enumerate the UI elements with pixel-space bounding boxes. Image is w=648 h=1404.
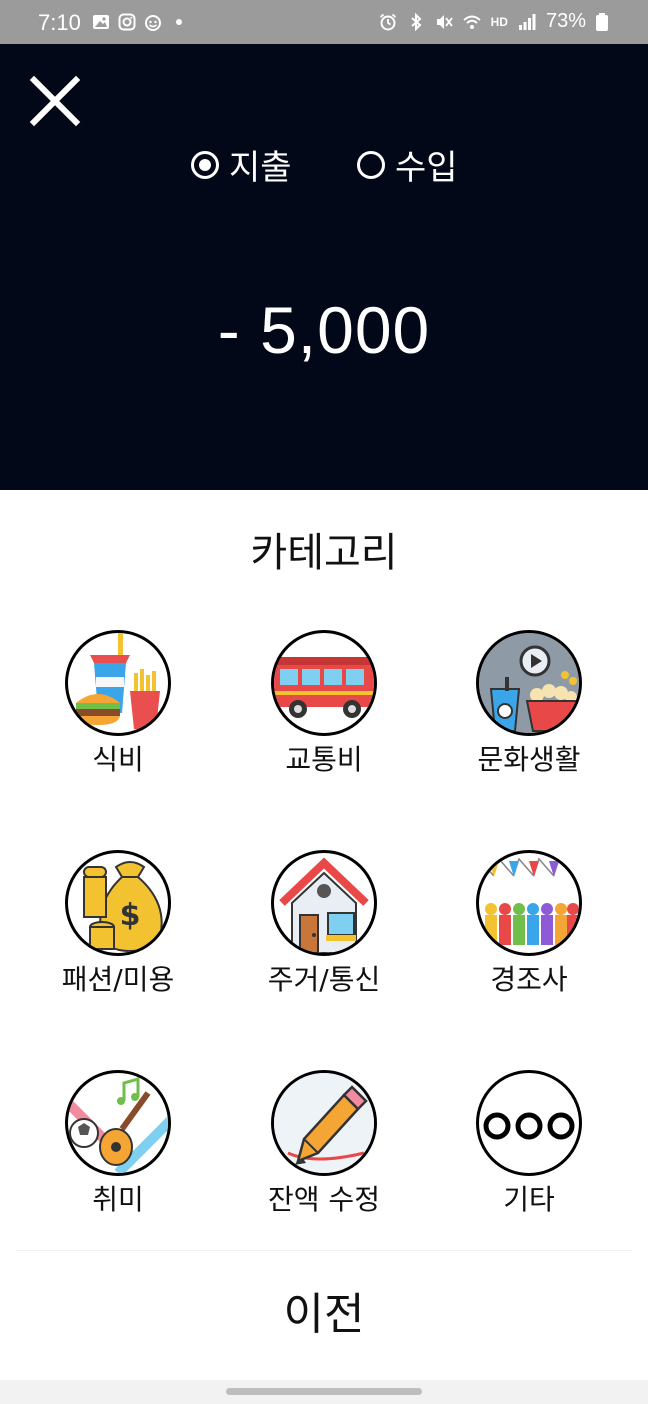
expense-label: 지출 [229, 148, 292, 188]
app-notification-icon [145, 15, 161, 31]
cinema-icon [476, 630, 582, 736]
category-balance-edit[interactable]: 잔액 수정 [244, 1070, 404, 1218]
category-transport[interactable]: 교통비 [244, 630, 404, 778]
battery-percent: 73% [545, 10, 586, 32]
income-radio-circle [357, 150, 385, 179]
amount-header: 지출 수입 - 5,000 [0, 44, 648, 490]
category-events[interactable]: 경조사 [449, 850, 609, 998]
status-time: 7:10 [38, 10, 81, 35]
status-right: HD 73% [379, 10, 608, 33]
alarm-icon [379, 13, 396, 30]
system-nav-bar [0, 1380, 648, 1404]
battery-icon [596, 12, 608, 31]
income-label: 수입 [395, 148, 458, 188]
money-bag-icon: $ [65, 850, 171, 956]
more-icon [476, 1070, 582, 1176]
wifi-icon [462, 15, 481, 29]
income-radio[interactable]: 수입 [357, 140, 458, 189]
divider [16, 1250, 632, 1251]
category-title: 카테고리 [250, 530, 398, 576]
category-housing[interactable]: 주거/통신 [244, 850, 404, 998]
transaction-type-selector: 지출 수입 [0, 140, 648, 190]
expense-radio[interactable]: 지출 [191, 140, 292, 189]
category-etc[interactable]: 기타 [449, 1070, 609, 1218]
category-culture[interactable]: 문화생활 [449, 630, 609, 778]
close-icon [29, 75, 81, 127]
category-label: 문화생활 [477, 743, 581, 776]
category-label: 경조사 [490, 963, 568, 996]
gallery-icon [93, 15, 109, 29]
category-hobby[interactable]: 취미 [38, 1070, 198, 1218]
signal-icon [518, 13, 536, 30]
bluetooth-icon [410, 12, 422, 31]
hd-voice-icon: HD [490, 14, 508, 29]
food-icon [65, 630, 171, 736]
category-label: 패션/미용 [61, 963, 175, 996]
status-bar: 7:10 HD 73% [0, 0, 648, 44]
category-fashion[interactable]: $ 패션/미용 [38, 850, 198, 998]
home-gesture-handle[interactable] [226, 1388, 422, 1395]
more-notifications-dot [176, 19, 182, 25]
previous-button[interactable]: 이전 [0, 1278, 648, 1342]
svg-text:$: $ [120, 898, 141, 933]
status-notification-icons [92, 13, 182, 31]
pencil-icon [271, 1070, 377, 1176]
hobby-icon [65, 1070, 171, 1176]
celebration-icon [476, 850, 582, 956]
bus-icon [271, 630, 377, 736]
expense-radio-circle [191, 150, 219, 179]
close-button[interactable] [28, 74, 82, 128]
category-label: 기타 [503, 1183, 555, 1216]
instagram-icon [118, 13, 136, 31]
category-label: 잔액 수정 [268, 1183, 380, 1216]
mute-icon [436, 14, 453, 29]
category-label: 식비 [92, 743, 144, 776]
category-label: 취미 [92, 1183, 144, 1216]
house-icon [271, 850, 377, 956]
category-label: 교통비 [285, 743, 363, 776]
category-label: 주거/통신 [267, 963, 381, 996]
amount-display: - 5,000 [217, 293, 431, 367]
category-food[interactable]: 식비 [38, 630, 198, 778]
